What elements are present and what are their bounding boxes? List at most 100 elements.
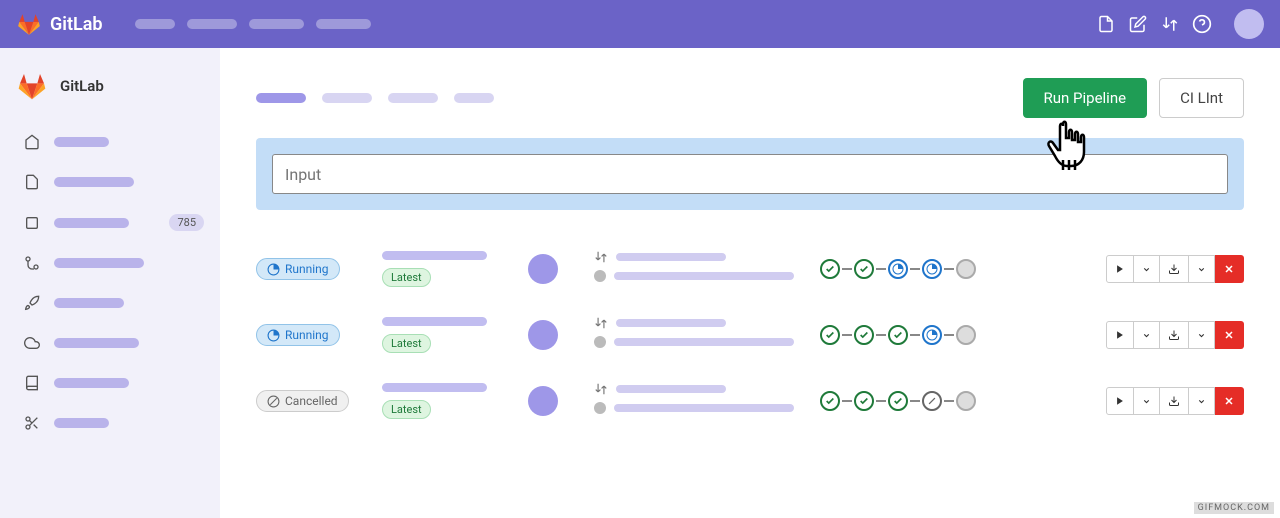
sidebar-item-label (54, 298, 124, 308)
issues-icon (24, 215, 40, 231)
running-status-icon (267, 263, 280, 276)
rocket-icon (24, 295, 40, 311)
commit-placeholder (382, 383, 487, 392)
action-buttons (1106, 321, 1244, 349)
latest-badge: Latest (382, 400, 431, 419)
stage-running-icon[interactable] (888, 259, 908, 279)
pipeline-stages (820, 259, 1000, 279)
cloud-icon (24, 335, 40, 351)
play-button[interactable] (1106, 321, 1134, 349)
main-content: Run Pipeline CI LInt Running Latest (220, 48, 1280, 518)
status-label: Running (285, 328, 329, 342)
sidebar-item-merge-requests[interactable] (0, 243, 220, 283)
pipeline-row: Running Latest (256, 236, 1244, 302)
commit-message-placeholder (614, 338, 794, 346)
cancelled-status-icon (267, 395, 280, 408)
tab[interactable] (322, 93, 372, 103)
stage-success-icon[interactable] (888, 391, 908, 411)
sidebar-item-wiki[interactable] (0, 363, 220, 403)
play-dropdown[interactable] (1134, 321, 1160, 349)
sidebar-item-label (54, 338, 139, 348)
action-buttons (1106, 255, 1244, 283)
merge-icon (24, 255, 40, 271)
stage-pending-icon[interactable] (956, 325, 976, 345)
download-button[interactable] (1160, 321, 1189, 349)
pipeline-user-avatar[interactable] (528, 254, 558, 284)
sidebar: GitLab 785 (0, 48, 220, 518)
project-logo-icon (16, 70, 48, 102)
play-button[interactable] (1106, 387, 1134, 415)
sidebar-item-cicd[interactable] (0, 283, 220, 323)
cancel-button[interactable] (1215, 387, 1244, 415)
stage-success-icon[interactable] (854, 259, 874, 279)
stage-success-icon[interactable] (820, 259, 840, 279)
stage-success-icon[interactable] (820, 325, 840, 345)
top-navbar: GitLab (0, 0, 1280, 48)
branch-icon (594, 250, 608, 264)
commit-placeholder (382, 251, 487, 260)
stage-running-icon[interactable] (922, 259, 942, 279)
status-pill[interactable]: Running (256, 258, 340, 280)
ci-lint-button[interactable]: CI LInt (1159, 78, 1244, 118)
run-pipeline-button[interactable]: Run Pipeline (1023, 78, 1148, 118)
stage-success-icon[interactable] (820, 391, 840, 411)
sidebar-item-label (54, 258, 144, 268)
tabs (256, 93, 494, 103)
tab-active[interactable] (256, 93, 306, 103)
branch-placeholder (616, 253, 726, 261)
download-dropdown[interactable] (1189, 255, 1215, 283)
branch-icon (594, 382, 608, 396)
cancel-button[interactable] (1215, 321, 1244, 349)
stage-pending-icon[interactable] (956, 391, 976, 411)
stage-running-icon[interactable] (922, 325, 942, 345)
download-dropdown[interactable] (1189, 321, 1215, 349)
project-header[interactable]: GitLab (0, 60, 220, 122)
status-label: Running (285, 262, 329, 276)
content-header: Run Pipeline CI LInt (256, 78, 1244, 118)
edit-icon[interactable] (1128, 14, 1148, 34)
play-button[interactable] (1106, 255, 1134, 283)
latest-badge: Latest (382, 334, 431, 353)
sidebar-item-snippets[interactable] (0, 403, 220, 443)
nav-placeholder (316, 19, 371, 29)
compare-icon[interactable] (1160, 14, 1180, 34)
brand-logo[interactable]: GitLab (16, 11, 103, 37)
stage-pending-icon[interactable] (956, 259, 976, 279)
download-button[interactable] (1160, 255, 1189, 283)
sidebar-item-operations[interactable] (0, 323, 220, 363)
play-dropdown[interactable] (1134, 387, 1160, 415)
pipeline-user-avatar[interactable] (528, 386, 558, 416)
cancel-button[interactable] (1215, 255, 1244, 283)
pipeline-user-avatar[interactable] (528, 320, 558, 350)
user-avatar[interactable] (1234, 9, 1264, 39)
project-name: GitLab (60, 77, 104, 95)
sidebar-item-label (54, 137, 109, 147)
stage-success-icon[interactable] (854, 325, 874, 345)
status-pill[interactable]: Running (256, 324, 340, 346)
commit-dot-icon (594, 402, 606, 414)
file-icon (24, 174, 40, 190)
stage-success-icon[interactable] (888, 325, 908, 345)
branch-placeholder (616, 385, 726, 393)
play-dropdown[interactable] (1134, 255, 1160, 283)
file-icon[interactable] (1096, 14, 1116, 34)
tab[interactable] (454, 93, 494, 103)
pipeline-row: Running Latest (256, 302, 1244, 368)
running-status-icon (267, 329, 280, 342)
download-dropdown[interactable] (1189, 387, 1215, 415)
sidebar-item-repository[interactable] (0, 162, 220, 202)
download-button[interactable] (1160, 387, 1189, 415)
status-pill[interactable]: Cancelled (256, 390, 349, 412)
filter-panel (256, 138, 1244, 210)
gitlab-icon (16, 11, 42, 37)
pipeline-stages (820, 325, 1000, 345)
filter-input[interactable] (272, 154, 1228, 194)
tab[interactable] (388, 93, 438, 103)
sidebar-item-home[interactable] (0, 122, 220, 162)
sidebar-item-issues[interactable]: 785 (0, 202, 220, 243)
stage-cancelled-icon[interactable] (922, 391, 942, 411)
commit-placeholder (382, 317, 487, 326)
help-icon[interactable] (1192, 14, 1212, 34)
brand-text: GitLab (50, 14, 103, 35)
stage-success-icon[interactable] (854, 391, 874, 411)
